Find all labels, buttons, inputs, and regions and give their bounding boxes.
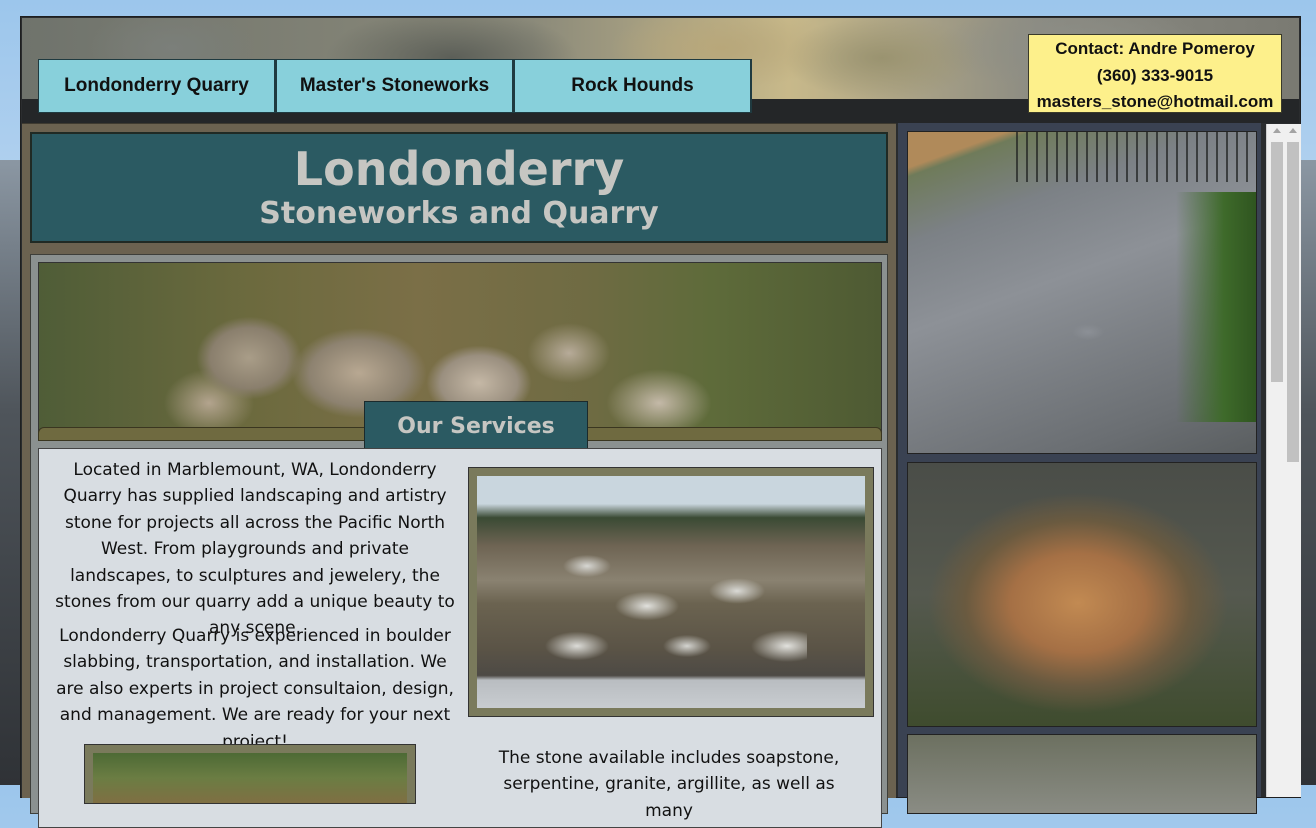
services-tab-heading: Our Services bbox=[364, 401, 588, 449]
grass-detail bbox=[1176, 192, 1256, 422]
page-subtitle: Stoneworks and Quarry bbox=[259, 196, 659, 231]
contact-name: Contact: Andre Pomeroy bbox=[1055, 39, 1255, 58]
services-paragraph-2: Londonderry Quarry is experienced in bou… bbox=[56, 626, 454, 752]
gallery-rock-photo bbox=[907, 734, 1257, 814]
fence-detail bbox=[1016, 132, 1256, 182]
scroll-up-arrow-icon[interactable] bbox=[1273, 128, 1281, 133]
services-section: Our Services Located in Marblemount, WA,… bbox=[30, 254, 888, 828]
stone-steps-photo-frame bbox=[468, 467, 874, 717]
contact-box: Contact: Andre Pomeroy (360) 333-9015 ma… bbox=[1028, 34, 1282, 113]
nav-rock-hounds[interactable]: Rock Hounds bbox=[514, 59, 752, 113]
nav-masters-stoneworks[interactable]: Master's Stoneworks bbox=[276, 59, 514, 113]
photo-gallery bbox=[898, 123, 1261, 814]
scroll-up-arrow-icon-2[interactable] bbox=[1289, 128, 1297, 133]
background-mountains-left bbox=[0, 160, 22, 785]
gallery-boulder-photo bbox=[907, 462, 1257, 727]
forest-photo-frame bbox=[84, 744, 416, 804]
main-nav: Londonderry Quarry Master's Stoneworks R… bbox=[38, 59, 752, 113]
site-title-box: Londonderry Stoneworks and Quarry bbox=[30, 132, 888, 243]
contact-phone[interactable]: (360) 333-9015 bbox=[1029, 63, 1281, 90]
stone-steps-photo bbox=[477, 476, 865, 708]
page-title: Londonderry bbox=[293, 142, 625, 196]
page-frame: Londonderry Quarry Master's Stoneworks R… bbox=[20, 16, 1301, 828]
services-panel: Located in Marblemount, WA, Londonderry … bbox=[38, 448, 882, 828]
gallery-scrollbar[interactable] bbox=[1266, 124, 1301, 797]
contact-email[interactable]: masters_stone@hotmail.com bbox=[1029, 89, 1281, 116]
scrollbar-thumb-1[interactable] bbox=[1271, 142, 1283, 382]
main-content-pane: Londonderry Stoneworks and Quarry Our Se… bbox=[22, 123, 896, 828]
stone-steps-rocks bbox=[537, 536, 807, 666]
services-paragraph-1: Located in Marblemount, WA, Londonderry … bbox=[55, 460, 455, 639]
scrollbar-thumb-2[interactable] bbox=[1287, 142, 1299, 462]
forest-photo bbox=[93, 753, 407, 803]
nav-londonderry-quarry[interactable]: Londonderry Quarry bbox=[38, 59, 276, 113]
gallery-flagstone-path-photo bbox=[907, 131, 1257, 454]
